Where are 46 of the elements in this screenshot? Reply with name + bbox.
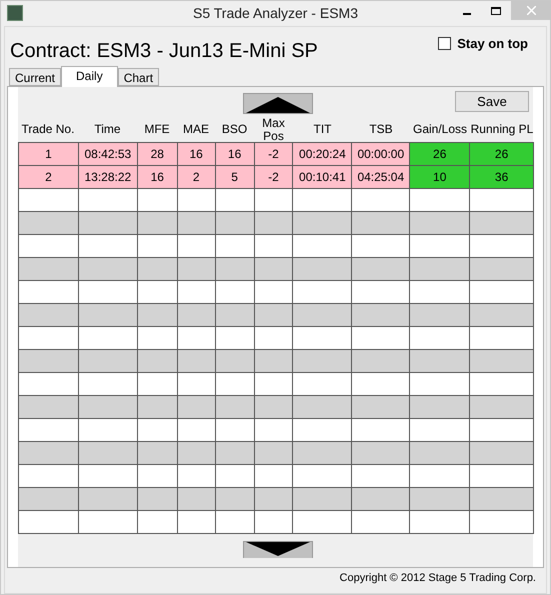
column-header: Gain/Loss (412, 123, 468, 136)
column-header: TSB (369, 123, 393, 136)
table-cell: 16 (178, 143, 216, 166)
scroll-up-button[interactable] (243, 93, 313, 114)
table-cell: 10 (410, 166, 470, 189)
table-cell: 08:42:53 (78, 143, 138, 166)
column-header: MFE (144, 123, 170, 136)
window-title: S5 Trade Analyzer - ESM3 (193, 4, 358, 23)
stay-on-top-label: Stay on top (457, 35, 528, 53)
column-header: Trade No. (22, 123, 74, 136)
table-cell: 36 (470, 166, 534, 189)
scroll-down-button[interactable] (243, 541, 313, 558)
table-cell: 00:10:41 (293, 166, 352, 189)
table-cell: 2 (19, 166, 79, 189)
table-cell: 2 (178, 166, 216, 189)
tab[interactable]: Chart (118, 68, 160, 86)
table-cell: 00:00:00 (352, 143, 410, 166)
column-header: Time (94, 123, 121, 136)
stay-on-top-checkbox[interactable] (438, 37, 452, 50)
column-header: MAE (182, 123, 209, 136)
table-cell: 26 (410, 143, 470, 166)
column-header: BSO (222, 123, 248, 136)
up-arrow-icon (246, 97, 310, 113)
table-cell: 16 (138, 166, 178, 189)
table-cell: 13:28:22 (78, 166, 138, 189)
table-cell: 26 (470, 143, 534, 166)
table-cell: 5 (216, 166, 255, 189)
close-icon (526, 6, 536, 15)
maximize-icon[interactable] (491, 7, 501, 15)
table-cell: 04:25:04 (352, 166, 410, 189)
column-header: Max Pos (261, 116, 286, 142)
table-cell: 16 (216, 143, 255, 166)
app-logo-icon (7, 5, 23, 21)
column-header: TIT (314, 123, 332, 136)
tab[interactable]: Daily (61, 66, 118, 87)
table-cell: -2 (254, 143, 294, 166)
tab[interactable]: Current (9, 68, 62, 86)
table-cell: 00:20:24 (293, 143, 352, 166)
table-cell: 28 (138, 143, 178, 166)
contract-heading: Contract: ESM3 - Jun13 E-Mini SP (10, 39, 318, 63)
save-button[interactable]: Save (455, 91, 529, 112)
column-header: Running PL (470, 123, 534, 136)
table-cell: 1 (19, 143, 79, 166)
table-cell: -2 (254, 166, 294, 189)
copyright-text: Copyright © 2012 Stage 5 Trading Corp. (340, 570, 536, 586)
down-arrow-icon (246, 542, 310, 556)
